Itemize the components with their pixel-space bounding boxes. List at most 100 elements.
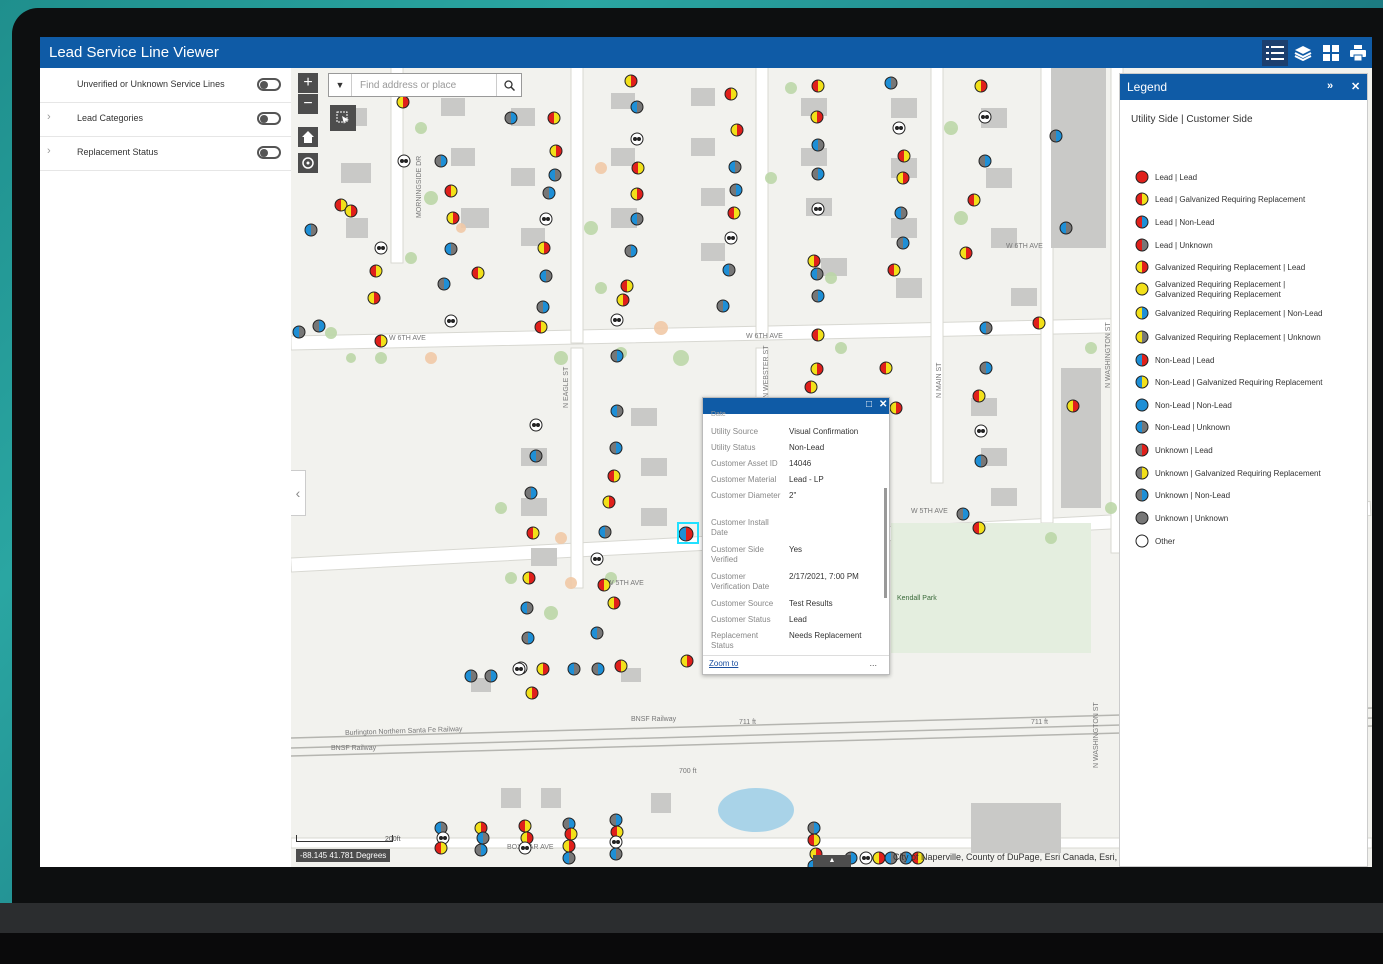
legend-item-label: Unknown | Non-Lead (1155, 491, 1231, 500)
service-line-marker (610, 404, 624, 418)
home-icon (302, 131, 314, 143)
chevron-right-icon[interactable]: › (47, 111, 51, 123)
chevron-right-icon[interactable]: › (47, 145, 51, 157)
zoom-in-button[interactable]: + (298, 73, 318, 93)
service-line-marker (620, 279, 634, 293)
service-line-marker (728, 160, 742, 174)
layer-label: Unverified or Unknown Service Lines (77, 79, 225, 89)
zoom-out-button[interactable]: − (298, 94, 318, 114)
service-line-marker (374, 334, 388, 348)
layer-label: Replacement Status (77, 147, 159, 157)
popup-field-value: Lead - LP (789, 475, 824, 484)
service-line-marker (979, 361, 993, 375)
layer-row-lead-categories[interactable]: › Lead Categories (40, 102, 291, 137)
layer-toggle[interactable] (257, 112, 281, 125)
service-line-marker (811, 167, 825, 181)
service-line-marker (959, 246, 973, 260)
collapse-panel-button[interactable]: ‹ (291, 470, 306, 516)
service-line-marker (811, 328, 825, 342)
service-line-marker (807, 833, 821, 847)
service-line-marker (534, 320, 548, 334)
service-line-marker (567, 662, 581, 676)
close-icon[interactable]: ✕ (879, 399, 887, 410)
service-line-marker (610, 313, 624, 327)
popup-field-value: 2/17/2021, 7:00 PM (789, 572, 859, 581)
search-source-dropdown[interactable]: ▼ (329, 74, 352, 96)
service-line-marker (512, 662, 526, 676)
legend-swatch-icon (1135, 420, 1149, 434)
feature-popup: □ ✕ Date Utility Source Visual Confirmati… (702, 397, 890, 675)
legend-item-label: Galvanized Requiring Replacement | Galva… (1155, 280, 1286, 299)
legend-item-label: Non-Lead | Non-Lead (1155, 401, 1232, 410)
service-line-marker (979, 321, 993, 335)
cursor-select-icon (336, 111, 349, 124)
popup-field-key: Customer Material (711, 475, 777, 484)
legend-item-label: Non-Lead | Galvanized Requiring Replacem… (1155, 378, 1323, 387)
service-line-marker (525, 686, 539, 700)
service-line-marker (602, 495, 616, 509)
service-line-marker (630, 100, 644, 114)
service-line-marker (724, 231, 738, 245)
service-line-marker (887, 263, 901, 277)
legend-item-label: Galvanized Requiring Replacement | Non-L… (1155, 309, 1323, 318)
service-line-marker (610, 349, 624, 363)
popup-field-value: Needs Replacement (789, 631, 862, 640)
print-button[interactable] (1345, 40, 1371, 66)
zoom-to-link[interactable]: Zoom to (709, 659, 738, 668)
legend-button[interactable] (1262, 40, 1288, 66)
legend-swatch-icon (1135, 488, 1149, 502)
app-header: Lead Service Line Viewer (40, 37, 1372, 68)
select-tool-button[interactable] (330, 105, 356, 131)
legend-swatch-icon (1135, 398, 1149, 412)
search-button[interactable] (496, 74, 521, 96)
close-icon[interactable]: ✕ (1351, 80, 1360, 93)
locate-button[interactable] (298, 153, 318, 173)
service-line-marker (562, 839, 576, 853)
layers-button[interactable] (1290, 40, 1316, 66)
service-line-marker (716, 299, 730, 313)
maximize-icon[interactable]: □ (866, 399, 872, 410)
service-line-marker (529, 418, 543, 432)
service-line-marker (804, 380, 818, 394)
service-line-marker (484, 669, 498, 683)
expand-attribution-button[interactable]: ▲ (813, 855, 851, 867)
search-input[interactable]: Find address or place (360, 80, 456, 91)
popup-scrollbar[interactable] (884, 488, 887, 598)
scale-label: 200ft (385, 836, 401, 843)
service-line-marker (609, 813, 623, 827)
basemap-button[interactable] (1318, 40, 1344, 66)
service-line-marker (520, 601, 534, 615)
popup-field-value: Yes (789, 545, 803, 554)
home-button[interactable] (298, 127, 318, 147)
legend-swatch-icon (1135, 443, 1149, 457)
collapse-up-icon[interactable]: » (1327, 80, 1333, 92)
legend-swatch-icon (1135, 306, 1149, 320)
laptop-base (0, 903, 1383, 933)
layer-row-replacement-status[interactable]: › Replacement Status (40, 136, 291, 171)
legend-header: Legend » ✕ (1120, 74, 1367, 100)
popup-field-key: Customer Asset ID (711, 459, 778, 468)
laptop-shadow (0, 933, 1383, 964)
popup-field-key: Customer Verification Date (711, 572, 770, 591)
service-line-marker (810, 267, 824, 281)
layer-toggle[interactable] (257, 146, 281, 159)
legend-swatch-icon (1135, 215, 1149, 229)
layer-row-unverified[interactable]: Unverified or Unknown Service Lines (40, 68, 291, 103)
scale-bar (296, 835, 393, 842)
service-line-marker (397, 154, 411, 168)
service-line-marker (630, 212, 644, 226)
service-line-marker (539, 269, 553, 283)
legend-item-label: Lead | Non-Lead (1155, 218, 1215, 227)
legend-swatch-icon (1135, 260, 1149, 274)
more-actions-icon[interactable]: ... (869, 658, 877, 668)
layer-list-panel: Unverified or Unknown Service Lines › Le… (40, 68, 292, 867)
popup-field-value: 14046 (789, 459, 812, 468)
service-line-marker (724, 87, 738, 101)
legend-panel: Legend » ✕ Utility Side | Customer Side … (1119, 73, 1368, 867)
layer-toggle[interactable] (257, 78, 281, 91)
legend-item-label: Unknown | Unknown (1155, 514, 1229, 523)
legend-item-label: Non-Lead | Unknown (1155, 423, 1231, 432)
locate-icon (302, 157, 314, 169)
service-line-marker (518, 819, 532, 833)
service-line-marker (894, 206, 908, 220)
